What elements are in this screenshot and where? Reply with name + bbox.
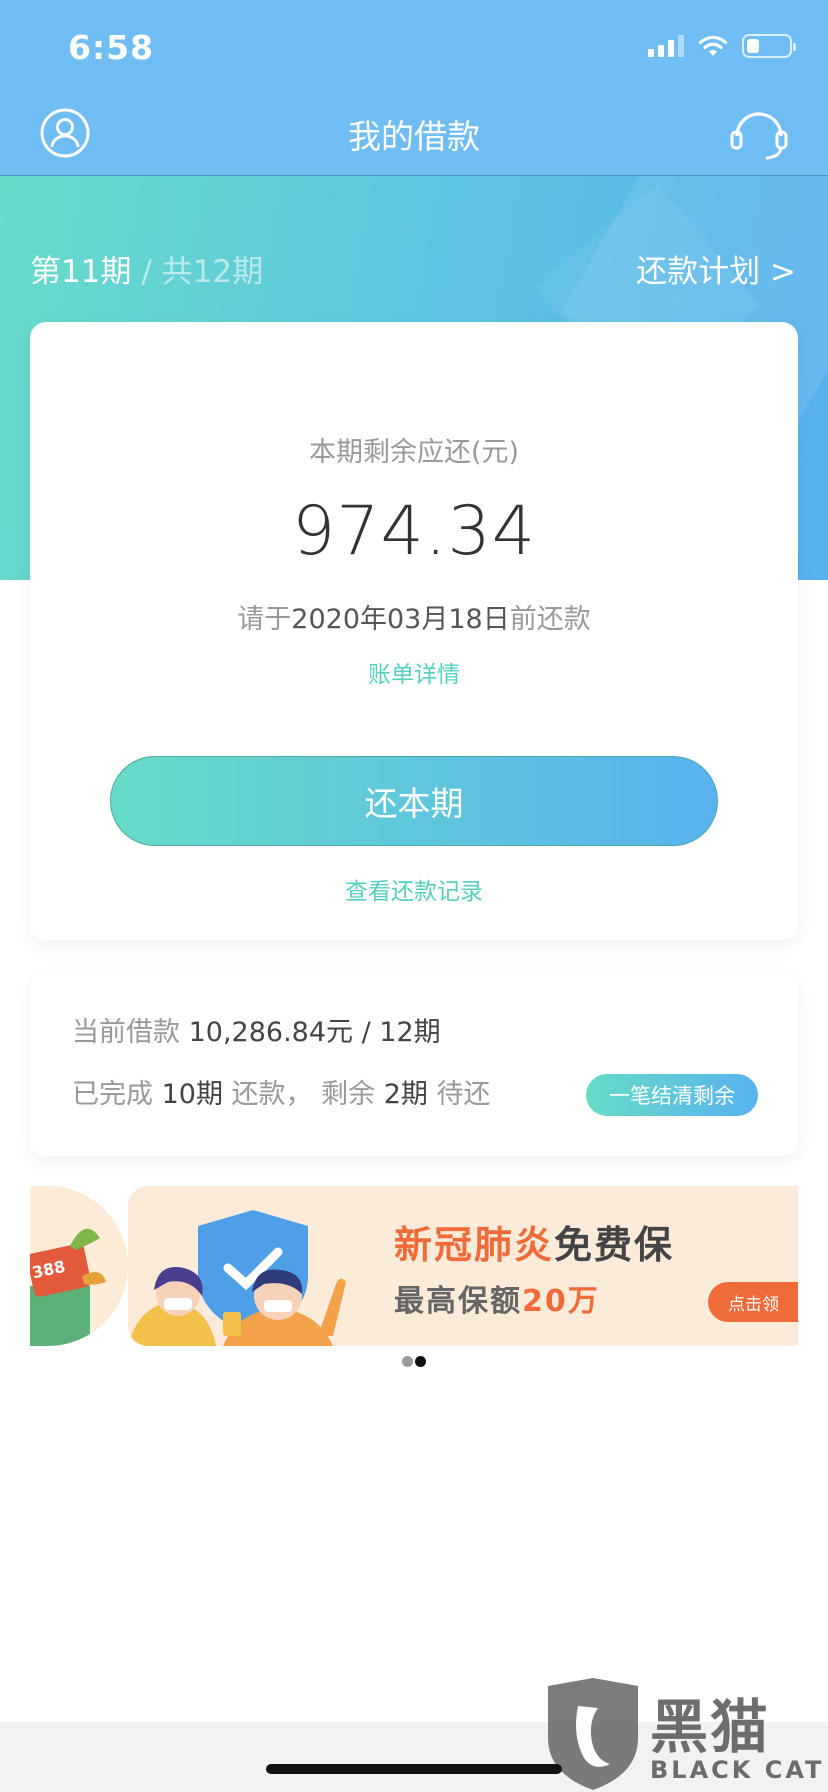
completed-label: 已完成 — [72, 1079, 153, 1110]
due-date-prefix: 请于 — [237, 604, 292, 635]
total-periods: 共12期 — [161, 254, 264, 290]
carousel-dot[interactable] — [402, 1356, 413, 1367]
loan-summary-card: 当前借款 10,286.84元 / 12期 已完成 10期 还款， 剩余 2期 … — [30, 972, 798, 1156]
banner-title-rest: 免费保 — [554, 1223, 675, 1267]
current-period: 第11期 — [30, 254, 132, 290]
battery-icon — [742, 34, 796, 58]
carousel-dot-active[interactable] — [415, 1356, 426, 1367]
status-time: 6:58 — [68, 28, 155, 67]
period-indicator: 第11期 / 共12期 — [30, 246, 263, 291]
black-cat-shield-logo-icon — [548, 1678, 638, 1790]
current-loan-line: 当前借款 10,286.84元 / 12期 — [72, 1010, 441, 1049]
completed-suffix: 还款， — [231, 1079, 313, 1110]
period-separator: / — [141, 254, 152, 290]
banner-sub-value: 20万 — [522, 1284, 600, 1319]
remaining-suffix: 待还 — [436, 1079, 491, 1110]
top-bar: 6:58 我的借款 — [0, 0, 828, 176]
status-icons — [648, 34, 796, 58]
banner-title: 新冠肺炎免费保 — [394, 1214, 674, 1269]
home-indicator[interactable] — [266, 1764, 562, 1774]
current-loan-value: 10,286.84元 / 12期 — [188, 1017, 441, 1048]
settle-remaining-button[interactable]: 一笔结清剩余 — [586, 1074, 758, 1116]
black-cat-watermark: 黑猫 BLACK CAT — [538, 1676, 828, 1792]
bill-card: 本期剩余应还(元) 974.34 请于2020年03月18日前还款 账单详情 还… — [30, 322, 798, 940]
repayment-record-link[interactable]: 查看还款记录 — [30, 872, 798, 906]
previous-banner-peek[interactable]: 388 — [30, 1186, 128, 1346]
banner-title-accent: 新冠肺炎 — [394, 1223, 555, 1267]
due-amount-label: 本期剩余应还(元) — [308, 437, 520, 468]
repay-current-period-button[interactable]: 还本期 — [110, 756, 718, 846]
promo-banner[interactable]: 新冠肺炎免费保 最高保额20万 点击领 — [128, 1186, 798, 1346]
banner-cta-button[interactable]: 点击领 — [708, 1282, 798, 1322]
cellular-signal-icon — [648, 35, 684, 57]
banner-subtitle: 最高保额20万 — [394, 1276, 600, 1320]
page-title: 我的借款 — [348, 117, 480, 156]
watermark-cn: 黑猫 — [650, 1693, 771, 1761]
wifi-icon — [698, 35, 728, 56]
insurance-shield-illustration-icon — [128, 1210, 346, 1346]
repayment-plan-link[interactable]: 还款计划 > — [636, 246, 796, 291]
watermark-en: BLACK CAT — [650, 1756, 825, 1784]
due-date-text: 请于2020年03月18日前还款 — [30, 597, 798, 636]
current-loan-label: 当前借款 — [72, 1017, 180, 1048]
carousel-dots — [402, 1356, 426, 1367]
banner-sub-prefix: 最高保额 — [394, 1284, 522, 1319]
remaining-label: 剩余 — [321, 1079, 376, 1110]
progress-line: 已完成 10期 还款， 剩余 2期 待还 — [72, 1072, 491, 1111]
completed-periods: 10期 — [161, 1079, 223, 1110]
due-amount: 974.34 — [292, 492, 536, 571]
customer-service-headset-icon[interactable] — [728, 104, 790, 162]
remaining-periods: 2期 — [383, 1079, 428, 1110]
bill-detail-link[interactable]: 账单详情 — [30, 655, 798, 689]
due-date: 2020年03月18日 — [291, 604, 510, 635]
due-date-suffix: 前还款 — [509, 604, 591, 635]
